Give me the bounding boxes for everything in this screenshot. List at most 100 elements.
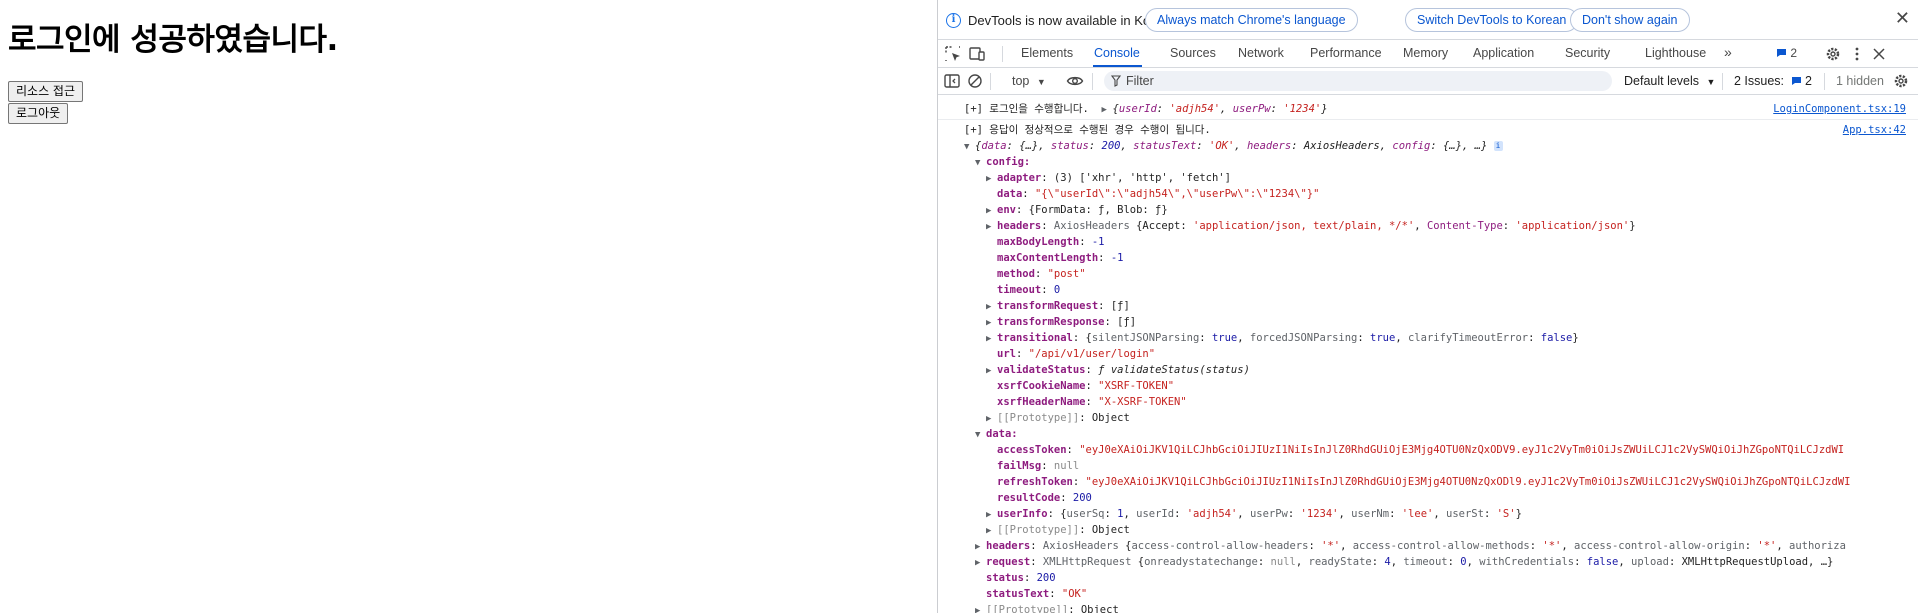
expand-triangle-icon[interactable]: ▼ <box>975 155 986 170</box>
console-message: [+] 응답이 정상적으로 수행된 경우 수행이 됩니다. App.tsx:42 <box>938 122 1918 138</box>
expand-triangle-icon[interactable]: ▶ <box>986 219 997 234</box>
expand-triangle-icon[interactable]: ▶ <box>975 603 986 613</box>
source-link[interactable]: LoginComponent.tsx:19 <box>1769 101 1906 117</box>
response-object-summary[interactable]: ▼ {data: {…}, status: 200, statusText: 'O… <box>938 138 1918 154</box>
tab-lighthouse[interactable]: Lighthouse <box>1645 46 1706 60</box>
tree-node: method: "post" <box>997 268 1086 280</box>
tree-node-config[interactable]: ▼ config: <box>938 154 1918 170</box>
log-text: [+] 응답이 정상적으로 수행된 경우 수행이 됩니다. <box>964 124 1211 136</box>
web-page: 로그인에 성공하였습니다. 리소스 접근 로그아웃 <box>0 0 937 613</box>
issue-message-icon <box>1777 49 1786 57</box>
filter-box <box>1104 71 1612 91</box>
source-link[interactable]: App.tsx:42 <box>1838 122 1906 138</box>
tree-node[interactable]: ▶ env: {FormData: ƒ, Blob: ƒ} <box>938 202 1918 218</box>
console-filter-input[interactable] <box>1126 72 1596 90</box>
info-badge-icon: i <box>1493 141 1503 151</box>
clear-console-icon[interactable] <box>966 72 984 90</box>
tree-node[interactable]: ▶ validateStatus: ƒ validateStatus(status… <box>938 362 1918 378</box>
expand-triangle-icon[interactable]: ▶ <box>986 363 997 378</box>
log-object[interactable]: {userId: 'adjh54', userPw: '1234'} <box>1113 103 1328 115</box>
expand-triangle-icon[interactable]: ▶ <box>986 507 997 522</box>
tree-node: maxContentLength: -1 <box>997 252 1124 264</box>
more-options-icon[interactable] <box>1848 45 1866 63</box>
js-context-select[interactable]: top ▼ <box>1012 74 1046 88</box>
expand-triangle-icon[interactable]: ▶ <box>986 299 997 314</box>
expand-triangle-icon[interactable]: ▶ <box>986 523 997 538</box>
tree-node[interactable]: ▶ headers: AxiosHeaders {Accept: 'applica… <box>938 218 1918 234</box>
chevron-down-icon: ▼ <box>1706 77 1716 87</box>
tab-memory[interactable]: Memory <box>1403 46 1448 60</box>
tree-node[interactable]: ▶ transformResponse: [ƒ] <box>938 314 1918 330</box>
tree-node[interactable]: ▶ [[Prototype]]: Object <box>938 522 1918 538</box>
expand-triangle-icon[interactable]: ▶ <box>986 331 997 346</box>
devtools-panel: i DevTools is now available in Korean! A… <box>937 0 1918 613</box>
issues-label: 2 Issues: <box>1734 74 1785 88</box>
issues-badge[interactable]: 2 <box>1776 46 1797 60</box>
devtools-tabbar: Elements Console Sources Network Perform… <box>938 40 1918 68</box>
tab-application[interactable]: Application <box>1473 46 1534 60</box>
log-levels-dropdown[interactable]: Default levels ▼ <box>1624 74 1715 88</box>
close-icon[interactable]: ✕ <box>1895 9 1910 29</box>
tree-node: xsrfCookieName: "XSRF-TOKEN" <box>997 380 1175 392</box>
log-levels-value: Default levels <box>1624 74 1700 88</box>
console-settings-gear-icon[interactable] <box>1892 72 1910 90</box>
chevron-down-icon: ▼ <box>1036 77 1046 87</box>
info-icon: i <box>946 13 961 28</box>
log-text: [+] 로그인을 수행합니다. <box>964 103 1089 115</box>
tree-node: data: "{\"userId\":\"adjh54\",\"userPw\"… <box>997 188 1320 200</box>
switch-to-korean-button[interactable]: Switch DevTools to Korean <box>1405 8 1579 32</box>
issue-message-icon <box>1791 77 1801 85</box>
filterbar-separator <box>990 73 991 90</box>
expand-triangle-icon[interactable]: ▶ <box>986 171 997 186</box>
expand-triangle-icon[interactable]: ▶ <box>986 411 997 426</box>
always-match-language-button[interactable]: Always match Chrome's language <box>1145 8 1358 32</box>
tree-node[interactable]: ▶ [[Prototype]]: Object <box>938 410 1918 426</box>
resource-access-button[interactable]: 리소스 접근 <box>8 81 84 102</box>
expand-triangle-icon[interactable]: ▶ <box>986 315 997 330</box>
tree-node[interactable]: ▶ transitional: {silentJSONParsing: true,… <box>938 330 1918 346</box>
js-context-value: top <box>1012 74 1030 88</box>
tree-node[interactable]: ▶ [[Prototype]]: Object <box>938 602 1918 613</box>
expand-triangle-icon[interactable]: ▶ <box>975 539 986 554</box>
sidebar-toggle-icon[interactable] <box>943 72 961 90</box>
expand-triangle-icon[interactable]: ▼ <box>964 139 975 154</box>
live-expression-eye-icon[interactable] <box>1066 72 1084 90</box>
tab-sources[interactable]: Sources <box>1170 46 1216 60</box>
filterbar-separator <box>1092 73 1093 90</box>
tab-console[interactable]: Console <box>1094 46 1140 60</box>
logout-button[interactable]: 로그아웃 <box>8 103 69 124</box>
active-tab-indicator <box>1093 65 1142 67</box>
issues-badge-count: 2 <box>1790 46 1798 60</box>
tree-node[interactable]: ▶ headers: AxiosHeaders {access-control-a… <box>938 538 1918 554</box>
console-message: [+] 로그인을 수행합니다. ▶ {userId: 'adjh54', user… <box>938 101 1918 117</box>
tree-node: url: "/api/v1/user/login" <box>997 348 1156 360</box>
inspect-element-icon[interactable] <box>944 45 962 63</box>
expand-triangle-icon[interactable]: ▶ <box>986 203 997 218</box>
filter-funnel-icon <box>1111 75 1121 87</box>
more-tabs-icon[interactable]: » <box>1724 44 1732 60</box>
close-devtools-icon[interactable] <box>1870 45 1888 63</box>
dont-show-again-button[interactable]: Don't show again <box>1570 8 1690 32</box>
console-filterbar: top ▼ Default levels ▼ 2 Issues: 2 1 hid… <box>938 68 1918 95</box>
tree-node: timeout: 0 <box>997 284 1061 296</box>
filterbar-separator <box>1722 73 1723 90</box>
tab-network[interactable]: Network <box>1238 46 1284 60</box>
tree-node[interactable]: ▶ adapter: (3) ['xhr', 'http', 'fetch'] <box>938 170 1918 186</box>
device-toolbar-icon[interactable] <box>968 45 986 63</box>
gear-icon[interactable] <box>1824 45 1842 63</box>
tree-node[interactable]: ▶ transformRequest: [ƒ] <box>938 298 1918 314</box>
tree-node-data[interactable]: ▼ data: <box>938 426 1918 442</box>
tree-node[interactable]: ▶ userInfo: {userSq: 1, userId: 'adjh54',… <box>938 506 1918 522</box>
page-title: 로그인에 성공하였습니다. <box>8 22 338 58</box>
tree-node: refreshToken: "eyJ0eXAiOiJKV1QiLCJhbGciO… <box>997 476 1851 488</box>
expand-triangle-icon[interactable]: ▶ <box>1102 102 1113 117</box>
tree-node: failMsg: null <box>997 460 1080 472</box>
tree-node[interactable]: ▶ request: XMLHttpRequest {onreadystatech… <box>938 554 1918 570</box>
expand-triangle-icon[interactable]: ▶ <box>975 555 986 570</box>
issues-link[interactable]: 2 Issues: 2 <box>1734 74 1812 88</box>
tab-performance[interactable]: Performance <box>1310 46 1382 60</box>
tab-security[interactable]: Security <box>1565 46 1610 60</box>
console-output: [+] 로그인을 수행합니다. ▶ {userId: 'adjh54', user… <box>938 95 1918 613</box>
expand-triangle-icon[interactable]: ▼ <box>975 427 986 442</box>
tab-elements[interactable]: Elements <box>1021 46 1073 60</box>
